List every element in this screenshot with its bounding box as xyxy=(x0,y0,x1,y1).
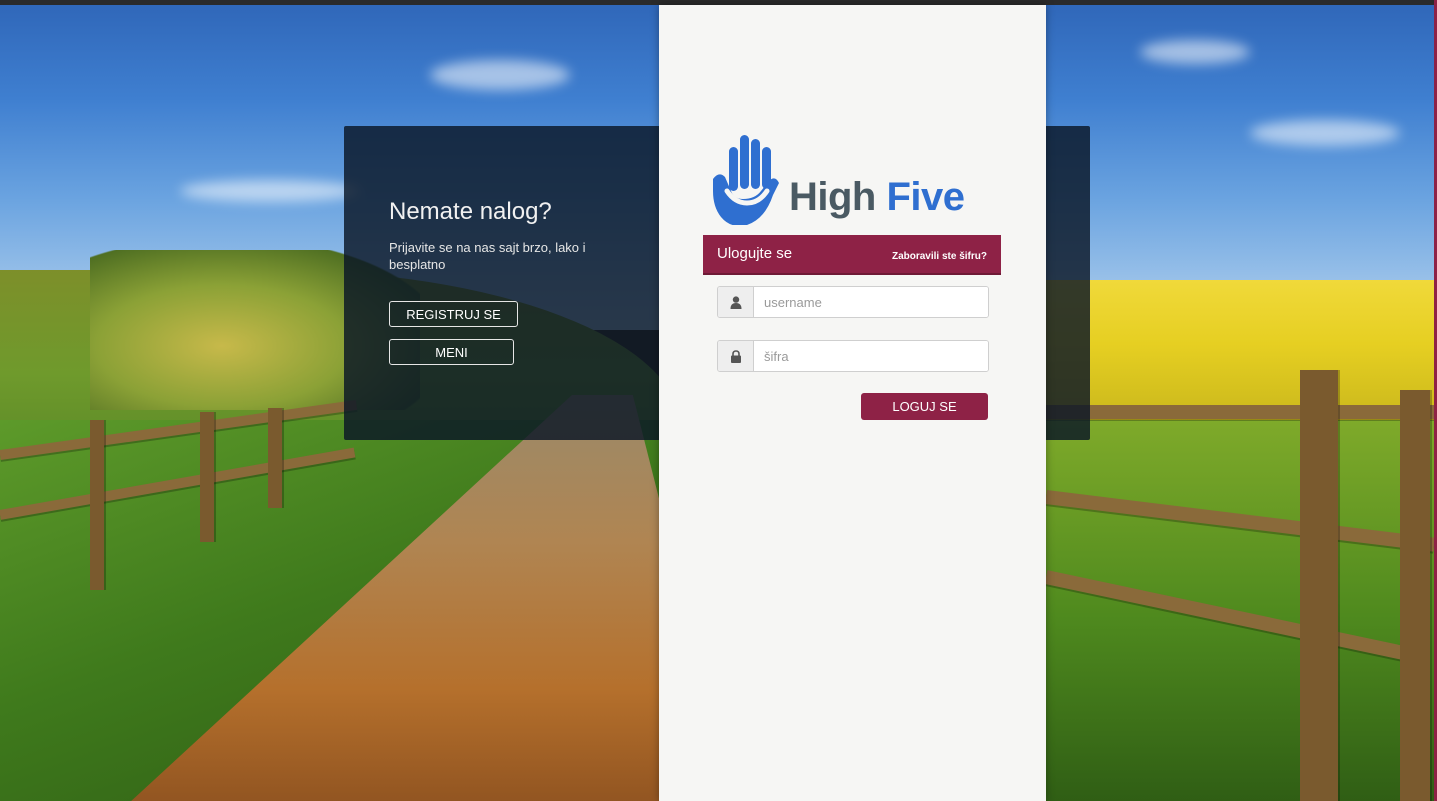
password-input[interactable] xyxy=(754,341,988,371)
menu-button[interactable]: MENI xyxy=(389,339,514,365)
fence-post xyxy=(268,408,282,508)
password-field-group xyxy=(717,340,989,372)
user-icon xyxy=(718,287,754,317)
lock-icon xyxy=(718,341,754,371)
login-button[interactable]: LOGUJ SE xyxy=(861,393,988,420)
username-field-group xyxy=(717,286,989,318)
username-input[interactable] xyxy=(754,287,988,317)
login-header: Ulogujte se Zaboravili ste šifru? xyxy=(703,235,1001,275)
fence-rail xyxy=(1046,405,1437,419)
fence-post xyxy=(90,420,104,590)
background-cloud xyxy=(180,180,360,202)
login-card: High Five Ulogujte se Zaboravili ste šif… xyxy=(659,5,1046,801)
login-title: Ulogujte se xyxy=(717,245,793,262)
logo-word-high: High xyxy=(789,175,876,219)
hand-icon xyxy=(713,135,779,225)
background-cloud xyxy=(1140,40,1250,64)
logo-wordmark: High Five xyxy=(789,175,965,220)
page: Nemate nalog? Prijavite se na nas sajt b… xyxy=(0,0,1437,801)
signup-description: Prijavite se na nas sajt brzo, lako i be… xyxy=(389,240,586,272)
fence-post xyxy=(1300,370,1338,801)
fence-post xyxy=(1400,390,1430,801)
background-cloud xyxy=(1250,120,1400,146)
register-button[interactable]: REGISTRUJ SE xyxy=(389,301,518,327)
high-five-logo: High Five xyxy=(709,133,969,225)
signup-title: Nemate nalog? xyxy=(389,198,552,225)
forgot-password-link[interactable]: Zaboravili ste šifru? xyxy=(892,251,987,262)
background-cloud xyxy=(430,60,570,90)
logo-word-five: Five xyxy=(886,175,966,219)
fence-post xyxy=(200,412,214,542)
